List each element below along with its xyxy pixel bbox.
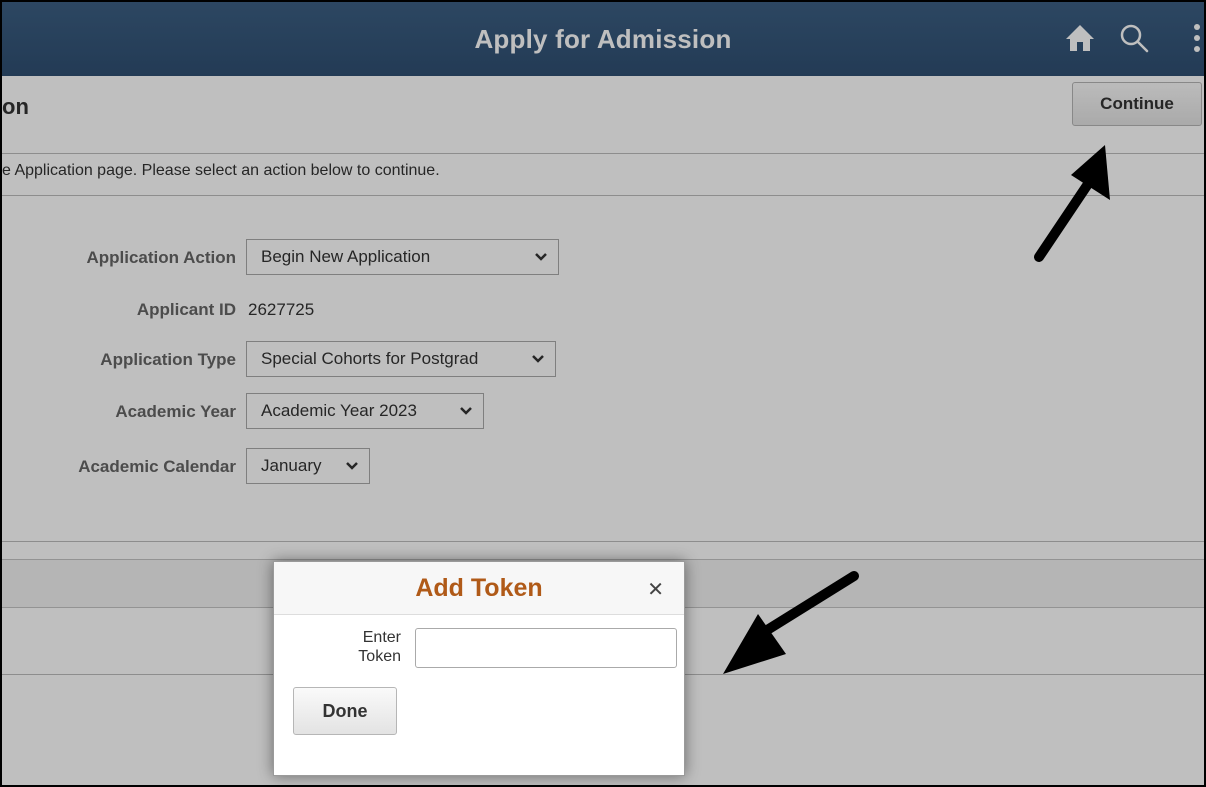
browser-page: Apply for Admission on Continue e Applic…	[0, 0, 1206, 787]
annotation-arrows	[723, 145, 1110, 674]
arrow-to-continue	[1034, 145, 1110, 262]
arrow-to-token-input	[723, 571, 859, 674]
